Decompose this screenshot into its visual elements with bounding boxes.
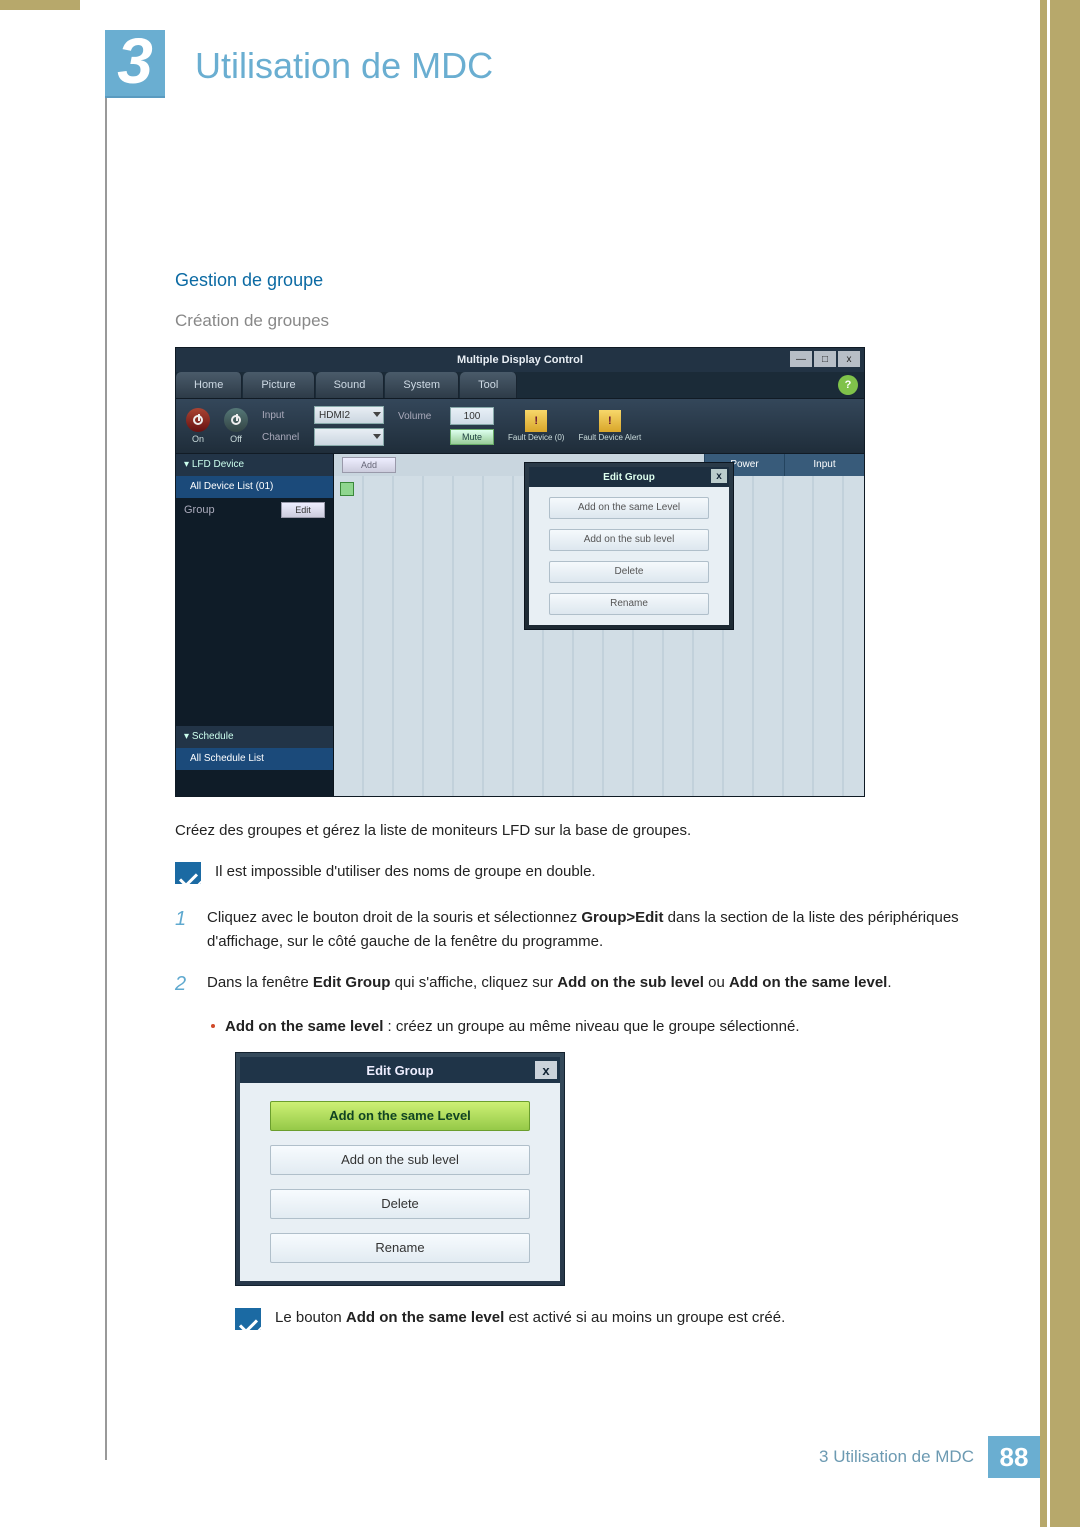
input-value: HDMI2 [319,410,350,421]
power-on-button[interactable]: On [186,408,210,444]
row-checkbox[interactable] [340,482,354,496]
tab-sound[interactable]: Sound [316,372,385,398]
input-label: Input [262,410,308,421]
mdc-body: ▾ LFD Device All Device List (01) Group … [176,454,864,796]
step-1: 1 Cliquez avec le bouton droit de la sou… [175,906,995,953]
fault-device-alert[interactable]: ! Fault Device Alert [578,410,641,442]
note-2-text: Le bouton Add on the same level est acti… [275,1306,785,1329]
tab-picture[interactable]: Picture [243,372,314,398]
bullet-add-same: Add on the same level : créez un groupe … [211,1015,995,1038]
edit-group-popup: Edit Group x Add on the same Level Add o… [524,462,734,630]
sidebar-all-schedule[interactable]: All Schedule List [176,748,333,770]
step-1-body: Cliquez avec le bouton droit de la souri… [207,906,995,953]
bullet-dot-icon [211,1024,215,1028]
footer: 3 Utilisation de MDC 88 [105,1437,1040,1477]
eg-rename-button[interactable]: Rename [270,1233,530,1263]
power-on-label: On [192,434,204,444]
note-2: Le bouton Add on the same level est acti… [235,1306,995,1330]
channel-label: Channel [262,432,308,443]
note-1-text: Il est impossible d'utiliser des noms de… [215,860,596,883]
close-button[interactable]: x [838,351,860,367]
popup-title: Edit Group x [529,467,729,487]
section-heading: Gestion de groupe [175,270,995,291]
power-off-button[interactable]: Off [224,408,248,444]
power-off-label: Off [230,434,242,444]
chevron-down-icon [373,434,381,439]
sidebar-lfd-label: LFD Device [192,459,244,470]
eg-body: Add on the same Level Add on the sub lev… [240,1083,560,1281]
footer-text: 3 Utilisation de MDC [819,1447,974,1467]
step-1-number: 1 [175,906,193,953]
sidebar-all-device-list[interactable]: All Device List (01) [176,476,333,498]
sidebar-group-row: Group Edit [176,498,333,522]
popup-rename-button[interactable]: Rename [549,593,709,615]
sidebar-schedule-label: Schedule [192,731,234,742]
fault-count-label: Fault Device (0) [508,434,564,442]
page-number: 88 [988,1436,1040,1478]
warning-icon: ! [599,410,621,432]
popup-close-button[interactable]: x [711,469,727,483]
chapter-title: Utilisation de MDC [195,45,493,87]
edit-group-popup-standalone: Edit Group x Add on the same Level Add o… [235,1052,565,1286]
tab-tool[interactable]: Tool [460,372,517,398]
intro-paragraph: Créez des groupes et gérez la liste de m… [175,819,995,842]
note-1: Il est impossible d'utiliser des noms de… [175,860,995,884]
warning-icon: ! [525,410,547,432]
left-rule [105,30,107,1460]
step-2-body: Dans la fenêtre Edit Group qui s'affiche… [207,971,892,997]
mdc-sidebar: ▾ LFD Device All Device List (01) Group … [176,454,334,796]
sidebar-schedule-header[interactable]: ▾ Schedule [176,726,333,748]
mute-button[interactable]: Mute [450,429,494,445]
volume-spinner[interactable]: 100 [450,407,494,425]
help-icon[interactable]: ? [838,375,858,395]
mdc-main: Refresh Add Power Input ● HDMI2 21 [334,454,864,796]
fault-alert-label: Fault Device Alert [578,434,641,442]
eg-title: Edit Group x [240,1057,560,1083]
mdc-window-title: Multiple Display Control [176,354,864,366]
maximize-button[interactable]: □ [814,351,836,367]
fault-device-count[interactable]: ! Fault Device (0) [508,410,564,442]
eg-add-sub-button[interactable]: Add on the sub level [270,1145,530,1175]
note-icon [175,862,201,884]
input-select[interactable]: HDMI2 [314,406,384,424]
top-accent [0,0,80,10]
chapter-number: 3 [117,29,153,93]
col-input: Input [784,454,864,476]
tab-system[interactable]: System [385,372,459,398]
content: Gestion de groupe Création de groupes Mu… [175,270,995,1330]
mdc-titlebar: Multiple Display Control — □ x [176,348,864,372]
popup-delete-button[interactable]: Delete [549,561,709,583]
step-2: 2 Dans la fenêtre Edit Group qui s'affic… [175,971,995,997]
minimize-button[interactable]: — [790,351,812,367]
chapter-box: 3 [105,30,165,98]
popup-body: Add on the same Level Add on the sub lev… [529,487,729,625]
bullet-body: Add on the same level : créez un groupe … [225,1015,800,1038]
eg-add-same-button[interactable]: Add on the same Level [270,1101,530,1131]
popup-add-same-button[interactable]: Add on the same Level [549,497,709,519]
eg-title-text: Edit Group [366,1063,433,1078]
tab-home[interactable]: Home [176,372,242,398]
mdc-menubar: Home Picture Sound System Tool ? [176,372,864,398]
right-accent [1040,0,1080,1527]
sidebar-group-label: Group [184,504,215,516]
popup-title-text: Edit Group [603,472,655,483]
window-controls: — □ x [790,351,860,367]
volume-label: Volume [398,411,444,422]
chevron-down-icon [373,412,381,417]
eg-close-button[interactable]: x [535,1061,557,1079]
mdc-window: Multiple Display Control — □ x Home Pict… [175,347,865,797]
popup-add-sub-button[interactable]: Add on the sub level [549,529,709,551]
mdc-toolbar: On Off Input HDMI2 Channel Volume 100 Mute… [176,398,864,454]
eg-delete-button[interactable]: Delete [270,1189,530,1219]
section-subheading: Création de groupes [175,311,995,331]
sidebar-lfd-header[interactable]: ▾ LFD Device [176,454,333,476]
add-button[interactable]: Add [342,457,396,473]
group-edit-button[interactable]: Edit [281,502,325,518]
right-stripe [1047,0,1050,1527]
step-2-number: 2 [175,971,193,997]
channel-select[interactable] [314,428,384,446]
note-icon [235,1308,261,1330]
